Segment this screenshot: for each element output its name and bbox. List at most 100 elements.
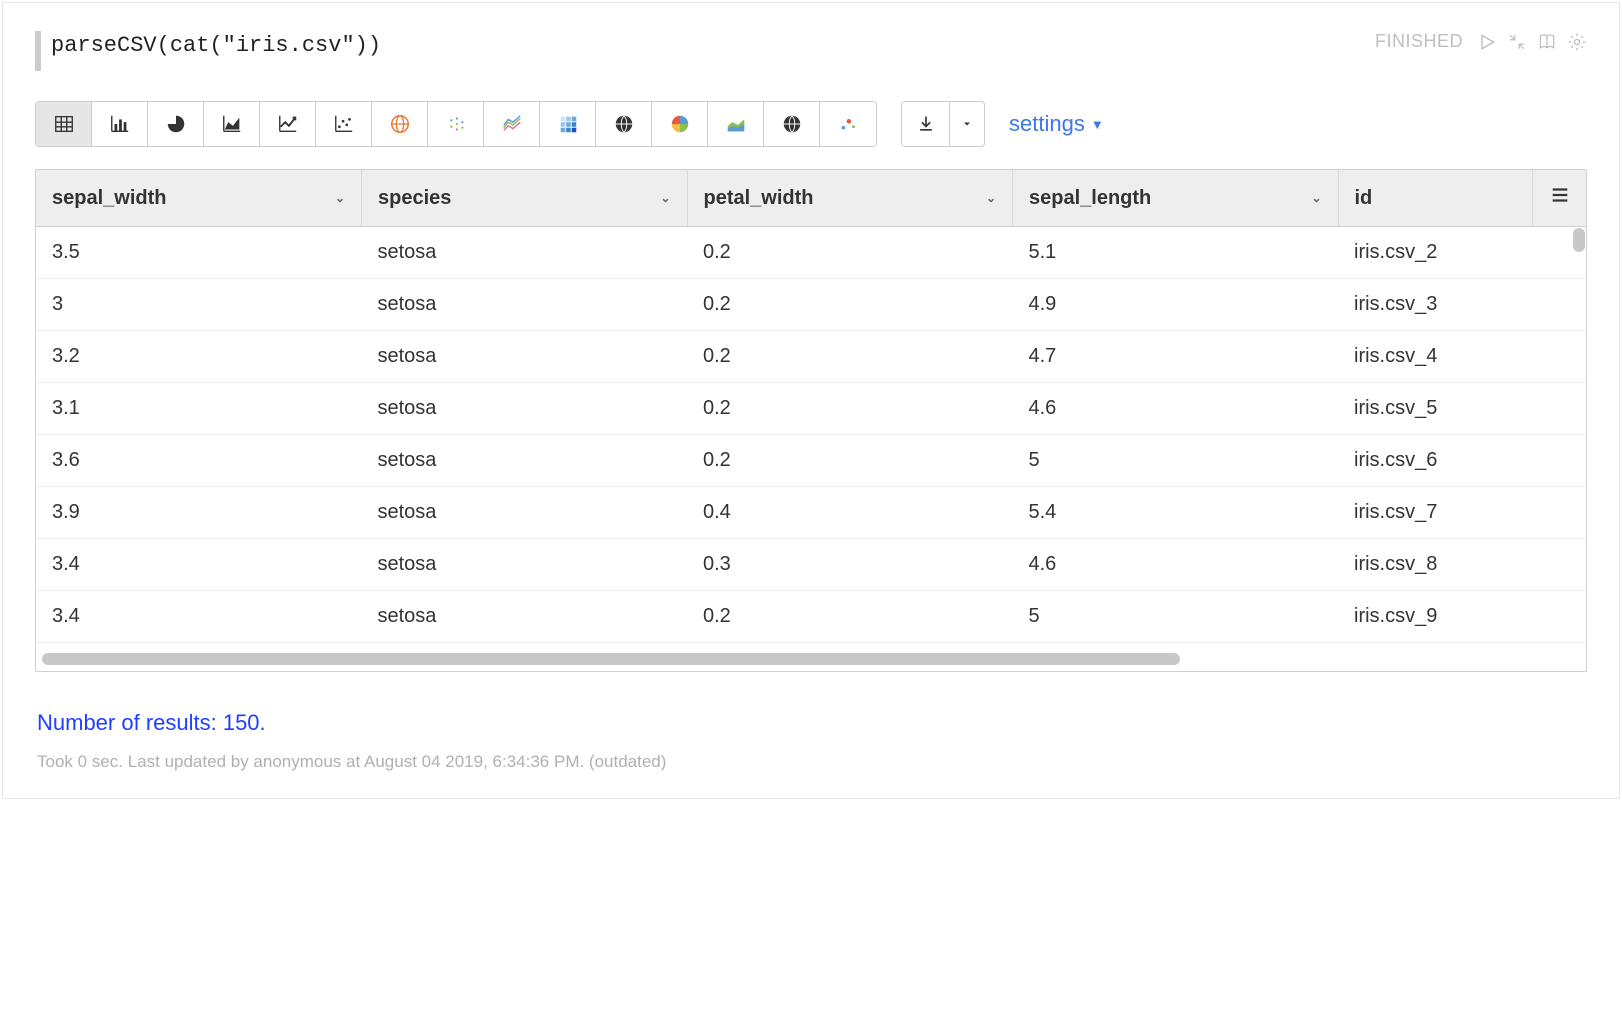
result-table: sepal_width⌄ species⌄ petal_width⌄ sepal… xyxy=(36,170,1586,643)
viz-table-icon[interactable] xyxy=(36,102,92,146)
viz-toolbar: settings ▼ xyxy=(35,101,1587,147)
table-cell: 5.4 xyxy=(1013,487,1339,539)
table-cell: 0.2 xyxy=(687,591,1013,643)
viz-bubble-icon[interactable] xyxy=(820,102,876,146)
horizontal-scrollbar-thumb[interactable] xyxy=(42,653,1180,665)
table-cell: setosa xyxy=(362,591,688,643)
viz-area-icon[interactable] xyxy=(204,102,260,146)
table-row[interactable]: 3.9setosa0.45.4iris.csv_7 xyxy=(36,487,1586,539)
table-cell: 3.2 xyxy=(36,331,362,383)
viz-stacked-area-icon[interactable] xyxy=(708,102,764,146)
table-cell: 3.4 xyxy=(36,539,362,591)
result-table-wrap: sepal_width⌄ species⌄ petal_width⌄ sepal… xyxy=(35,169,1587,672)
table-cell: iris.csv_7 xyxy=(1338,487,1586,539)
cell-code[interactable]: parseCSV(cat("iris.csv")) xyxy=(51,31,1375,58)
viz-scatter-icon[interactable] xyxy=(316,102,372,146)
table-row[interactable]: 3.4setosa0.34.6iris.csv_8 xyxy=(36,539,1586,591)
vertical-scrollbar[interactable] xyxy=(1573,228,1585,252)
table-cell: 3.6 xyxy=(36,435,362,487)
viz-heatmap-icon[interactable] xyxy=(540,102,596,146)
table-cell: 3.9 xyxy=(36,487,362,539)
table-menu-icon[interactable] xyxy=(1532,170,1586,227)
download-caret-icon[interactable] xyxy=(950,102,984,146)
viz-pie-icon[interactable] xyxy=(148,102,204,146)
table-cell: setosa xyxy=(362,279,688,331)
chevron-down-icon[interactable]: ⌄ xyxy=(986,191,996,205)
viz-line-icon[interactable] xyxy=(260,102,316,146)
table-cell: setosa xyxy=(362,539,688,591)
table-cell: 0.3 xyxy=(687,539,1013,591)
horizontal-scrollbar-track[interactable] xyxy=(42,653,1580,665)
table-cell: setosa xyxy=(362,435,688,487)
table-row[interactable]: 3.4setosa0.25iris.csv_9 xyxy=(36,591,1586,643)
table-cell: 5.1 xyxy=(1013,227,1339,279)
execution-meta: Took 0 sec. Last updated by anonymous at… xyxy=(37,752,1587,772)
viz-bar-icon[interactable] xyxy=(92,102,148,146)
chevron-down-icon[interactable]: ⌄ xyxy=(335,191,345,205)
table-cell: 5 xyxy=(1013,435,1339,487)
book-icon[interactable] xyxy=(1537,32,1557,52)
table-body: 3.5setosa0.25.1iris.csv_23setosa0.24.9ir… xyxy=(36,227,1586,643)
table-cell: 4.7 xyxy=(1013,331,1339,383)
table-row[interactable]: 3.1setosa0.24.6iris.csv_5 xyxy=(36,383,1586,435)
table-cell: iris.csv_5 xyxy=(1338,383,1586,435)
chevron-down-icon[interactable]: ⌄ xyxy=(1311,191,1321,205)
download-icon[interactable] xyxy=(902,102,950,146)
col-sepal_width[interactable]: sepal_width⌄ xyxy=(36,170,362,227)
table-row[interactable]: 3setosa0.24.9iris.csv_3 xyxy=(36,279,1586,331)
table-cell: iris.csv_9 xyxy=(1338,591,1586,643)
table-cell: setosa xyxy=(362,331,688,383)
table-cell: setosa xyxy=(362,487,688,539)
viz-buttons xyxy=(35,101,877,147)
table-cell: 0.4 xyxy=(687,487,1013,539)
table-row[interactable]: 3.2setosa0.24.7iris.csv_4 xyxy=(36,331,1586,383)
table-cell: 0.2 xyxy=(687,331,1013,383)
col-id[interactable]: id xyxy=(1338,170,1532,227)
caret-down-icon: ▼ xyxy=(1091,117,1104,132)
cell-actions: FINISHED xyxy=(1375,31,1587,52)
run-icon[interactable] xyxy=(1477,32,1497,52)
table-cell: 3.4 xyxy=(36,591,362,643)
table-cell: 0.2 xyxy=(687,383,1013,435)
table-cell: 0.2 xyxy=(687,435,1013,487)
settings-link[interactable]: settings ▼ xyxy=(1009,111,1104,137)
table-header-row: sepal_width⌄ species⌄ petal_width⌄ sepal… xyxy=(36,170,1586,227)
table-cell: 0.2 xyxy=(687,227,1013,279)
table-cell: setosa xyxy=(362,383,688,435)
col-species[interactable]: species⌄ xyxy=(362,170,688,227)
table-cell: 4.6 xyxy=(1013,539,1339,591)
notebook-cell: parseCSV(cat("iris.csv")) FINISHED xyxy=(2,2,1620,799)
table-cell: 4.6 xyxy=(1013,383,1339,435)
viz-globe-dark-icon[interactable] xyxy=(596,102,652,146)
col-petal_width[interactable]: petal_width⌄ xyxy=(687,170,1013,227)
table-cell: 3.5 xyxy=(36,227,362,279)
viz-multiline-icon[interactable] xyxy=(484,102,540,146)
gear-icon[interactable] xyxy=(1567,32,1587,52)
table-cell: setosa xyxy=(362,227,688,279)
collapse-icon[interactable] xyxy=(1507,32,1527,52)
cell-header: parseCSV(cat("iris.csv")) FINISHED xyxy=(35,31,1587,71)
table-cell: iris.csv_8 xyxy=(1338,539,1586,591)
table-cell: iris.csv_6 xyxy=(1338,435,1586,487)
table-row[interactable]: 3.6setosa0.25iris.csv_6 xyxy=(36,435,1586,487)
viz-boxplot-icon[interactable] xyxy=(428,102,484,146)
table-cell: 0.2 xyxy=(687,279,1013,331)
code-gutter xyxy=(35,31,41,71)
table-cell: 4.9 xyxy=(1013,279,1339,331)
table-cell: 5 xyxy=(1013,591,1339,643)
table-cell: iris.csv_4 xyxy=(1338,331,1586,383)
table-cell: iris.csv_2 xyxy=(1338,227,1586,279)
cell-status: FINISHED xyxy=(1375,31,1463,52)
table-cell: iris.csv_3 xyxy=(1338,279,1586,331)
col-sepal_length[interactable]: sepal_length⌄ xyxy=(1013,170,1339,227)
results-count: Number of results: 150. xyxy=(37,710,1587,736)
viz-globe-dark2-icon[interactable] xyxy=(764,102,820,146)
settings-label: settings xyxy=(1009,111,1085,137)
viz-map-icon[interactable] xyxy=(372,102,428,146)
chevron-down-icon[interactable]: ⌄ xyxy=(660,191,670,205)
table-row[interactable]: 3.5setosa0.25.1iris.csv_2 xyxy=(36,227,1586,279)
table-cell: 3 xyxy=(36,279,362,331)
table-cell: 3.1 xyxy=(36,383,362,435)
download-group xyxy=(901,101,985,147)
viz-pie-color-icon[interactable] xyxy=(652,102,708,146)
